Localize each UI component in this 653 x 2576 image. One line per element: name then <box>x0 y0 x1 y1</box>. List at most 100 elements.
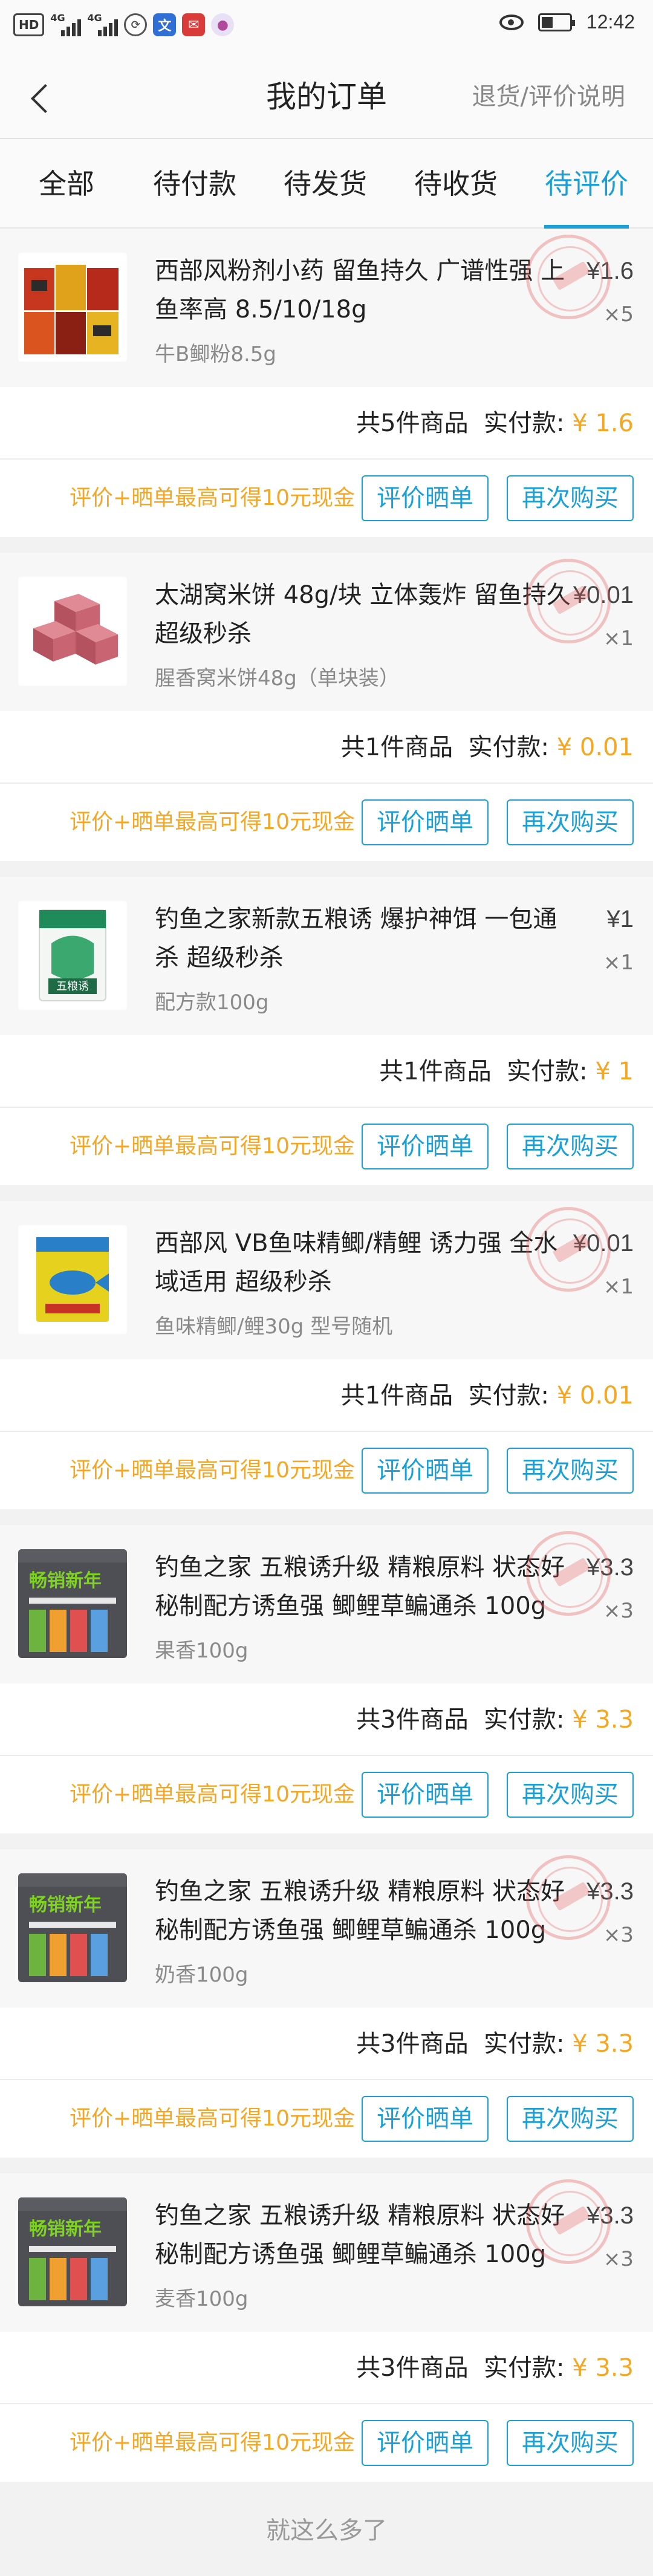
completed-stamp-icon <box>526 1207 611 1292</box>
order-product-row[interactable]: 五粮诱 钓鱼之家新款五粮诱 爆护神饵 一包通杀 超级秒杀 ¥1 ×1 配方款10… <box>0 877 653 1035</box>
order-summary-text: 共3件商品 实付款: ¥ 3.3 <box>356 2008 634 2080</box>
review-button[interactable]: 评价晒单 <box>362 1772 489 1818</box>
order-summary: 共1件商品 实付款: ¥ 0.01 <box>0 1359 653 1432</box>
review-button[interactable]: 评价晒单 <box>362 475 489 521</box>
paid-label: 实付款: <box>484 1706 565 1734</box>
completed-stamp-icon <box>526 1855 611 1940</box>
product-title: 钓鱼之家 五粮诱升级 精粮原料 状态好 秘制配方诱鱼强 鲫鲤草鳊通杀 100g <box>155 1553 565 1620</box>
product-spec: 腥香窝米饼48g（单块装） <box>155 666 400 691</box>
review-button[interactable]: 评价晒单 <box>362 799 489 845</box>
product-title: 钓鱼之家 五粮诱升级 精粮原料 状态好 秘制配方诱鱼强 鲫鲤草鳊通杀 100g <box>155 2202 565 2268</box>
product-title: 钓鱼之家 五粮诱升级 精粮原料 状态好 秘制配方诱鱼强 鲫鲤草鳊通杀 100g <box>155 1878 565 1944</box>
order-product-row[interactable]: 西部风 VB鱼味精鲫/精鲤 诱力强 全水域适用 超级秒杀 ¥0.01 ×1 鱼味… <box>0 1201 653 1359</box>
product-quantity: ×3 <box>603 1923 634 1947</box>
order-product-row[interactable]: 太湖窝米饼 48g/块 立体轰炸 留鱼持久 超级秒杀 ¥0.01 ×1 腥香窝米… <box>0 553 653 711</box>
product-quantity: ×5 <box>603 302 634 327</box>
product-spec: 麦香100g <box>155 2287 249 2311</box>
wuliangyou-upgrade-icon: 畅销新年 <box>18 1549 127 1658</box>
nav-bar: 我的订单 退货/评价说明 <box>0 54 653 139</box>
item-count: 共3件商品 <box>356 1706 469 1734</box>
tab-pending-shipment[interactable]: 待发货 <box>265 139 386 229</box>
tab-pending-receipt[interactable]: 待收货 <box>395 139 516 229</box>
order-summary-text: 共1件商品 实付款: ¥ 0.01 <box>341 711 634 784</box>
tab-pending-payment[interactable]: 待付款 <box>134 139 255 229</box>
buy-again-button[interactable]: 再次购买 <box>507 1772 634 1818</box>
product-spec: 配方款100g <box>155 990 269 1015</box>
buy-again-button[interactable]: 再次购买 <box>507 1448 634 1494</box>
product-quantity: ×1 <box>603 951 634 975</box>
order-summary-text: 共1件商品 实付款: ¥ 0.01 <box>341 1359 634 1432</box>
review-promo-text: 评价+晒单最高可得10元现金 <box>70 1458 355 1483</box>
status-bar-right: 12:42 <box>499 11 635 33</box>
review-promo-text: 评价+晒单最高可得10元现金 <box>70 810 355 834</box>
order-card: 太湖窝米饼 48g/块 立体轰炸 留鱼持久 超级秒杀 ¥0.01 ×1 腥香窝米… <box>0 553 653 861</box>
order-summary-text: 共3件商品 实付款: ¥ 3.3 <box>356 1683 634 1756</box>
completed-stamp-icon <box>526 1531 611 1616</box>
mail-app-icon: ✉ <box>182 13 206 36</box>
order-summary: 共3件商品 实付款: ¥ 3.3 <box>0 2008 653 2080</box>
order-card: 五粮诱 钓鱼之家新款五粮诱 爆护神饵 一包通杀 超级秒杀 ¥1 ×1 配方款10… <box>0 877 653 1185</box>
browser-app-icon: ● <box>211 13 235 36</box>
translate-app-icon: 文 <box>153 13 177 36</box>
product-title: 西部风粉剂小药 留鱼持久 广谱性强 上鱼率高 8.5/10/18g <box>155 257 565 324</box>
completed-stamp-icon <box>526 559 611 643</box>
tab-all[interactable]: 全部 <box>6 139 127 229</box>
order-product-row[interactable]: 畅销新年 钓鱼之家 五粮诱升级 精粮原料 状态好 秘制配方诱鱼强 鲫鲤草鳊通杀 … <box>0 2173 653 2332</box>
order-product-row[interactable]: 畅销新年 钓鱼之家 五粮诱升级 精粮原料 状态好 秘制配方诱鱼强 鲫鲤草鳊通杀 … <box>0 1525 653 1683</box>
order-summary-text: 共1件商品 实付款: ¥ 1 <box>379 1035 634 1108</box>
buy-again-button[interactable]: 再次购买 <box>507 1124 634 1169</box>
review-promo-text: 评价+晒单最高可得10元现金 <box>70 2430 355 2455</box>
order-actions: 评价+晒单最高可得10元现金 评价晒单 再次购买 <box>0 460 653 537</box>
powder-bait-packs-icon <box>18 253 127 362</box>
paid-label: 实付款: <box>484 2354 565 2382</box>
order-tabs: 全部 待付款 待发货 待收货 待评价 <box>0 139 653 229</box>
review-button[interactable]: 评价晒单 <box>362 2420 489 2466</box>
order-actions: 评价+晒单最高可得10元现金 评价晒单 再次购买 <box>0 2080 653 2158</box>
status-time: 12:42 <box>586 11 635 33</box>
paid-amount: ¥ 3.3 <box>572 1706 634 1734</box>
order-actions: 评价+晒单最高可得10元现金 评价晒单 再次购买 <box>0 784 653 861</box>
return-review-info-link[interactable]: 退货/评价说明 <box>472 54 625 139</box>
order-actions: 评价+晒单最高可得10元现金 评价晒单 再次购买 <box>0 2404 653 2482</box>
order-card: 西部风 VB鱼味精鲫/精鲤 诱力强 全水域适用 超级秒杀 ¥0.01 ×1 鱼味… <box>0 1201 653 1509</box>
product-quantity: ×3 <box>603 1599 634 1623</box>
paid-amount: ¥ 3.3 <box>572 2354 634 2382</box>
completed-stamp-icon <box>526 235 611 319</box>
paid-amount: ¥ 3.3 <box>572 2030 634 2058</box>
status-bar: HD 4G 4G ⟳ 文 ✉ ● 12:42 <box>0 0 653 54</box>
order-card: 畅销新年 钓鱼之家 五粮诱升级 精粮原料 状态好 秘制配方诱鱼强 鲫鲤草鳊通杀 … <box>0 1525 653 1833</box>
signal-icon: 4G <box>50 12 82 36</box>
order-summary: 共3件商品 实付款: ¥ 3.3 <box>0 2332 653 2404</box>
product-spec: 果香100g <box>155 1639 249 1663</box>
item-count: 共3件商品 <box>356 2030 469 2058</box>
eye-icon <box>499 14 524 30</box>
product-thumbnail: 畅销新年 <box>18 1873 127 1982</box>
tab-pending-review[interactable]: 待评价 <box>526 139 647 229</box>
product-title: 西部风 VB鱼味精鲫/精鲤 诱力强 全水域适用 超级秒杀 <box>155 1229 558 1296</box>
product-spec: 奶香100g <box>155 1963 249 1987</box>
paid-label: 实付款: <box>468 1382 550 1410</box>
review-button[interactable]: 评价晒单 <box>362 1124 489 1169</box>
order-summary: 共5件商品 实付款: ¥ 1.6 <box>0 387 653 460</box>
product-price: ¥1 <box>606 906 634 932</box>
order-product-row[interactable]: 西部风粉剂小药 留鱼持久 广谱性强 上鱼率高 8.5/10/18g ¥1.6 ×… <box>0 229 653 387</box>
buy-again-button[interactable]: 再次购买 <box>507 2420 634 2466</box>
wuliangyou-bag-icon: 五粮诱 <box>18 901 127 1010</box>
review-button[interactable]: 评价晒单 <box>362 2096 489 2142</box>
paid-label: 实付款: <box>507 1058 588 1085</box>
review-promo-text: 评价+晒单最高可得10元现金 <box>70 2106 355 2131</box>
wuliangyou-upgrade-icon: 畅销新年 <box>18 1873 127 1982</box>
order-product-row[interactable]: 畅销新年 钓鱼之家 五粮诱升级 精粮原料 状态好 秘制配方诱鱼强 鲫鲤草鳊通杀 … <box>0 1849 653 2008</box>
end-of-list-text: 就这么多了 <box>266 2517 387 2545</box>
product-spec: 牛B鲫粉8.5g <box>155 342 276 366</box>
buy-again-button[interactable]: 再次购买 <box>507 2096 634 2142</box>
buy-again-button[interactable]: 再次购买 <box>507 799 634 845</box>
product-quantity: ×1 <box>603 626 634 651</box>
buy-again-button[interactable]: 再次购买 <box>507 475 634 521</box>
fish-flavor-pack-icon <box>18 1225 127 1334</box>
thumbnail-label: 畅销新年 <box>29 2219 102 2240</box>
back-button[interactable] <box>18 73 67 121</box>
wuliangyou-upgrade-icon: 畅销新年 <box>18 2197 127 2306</box>
paid-label: 实付款: <box>468 733 550 761</box>
review-button[interactable]: 评价晒单 <box>362 1448 489 1494</box>
